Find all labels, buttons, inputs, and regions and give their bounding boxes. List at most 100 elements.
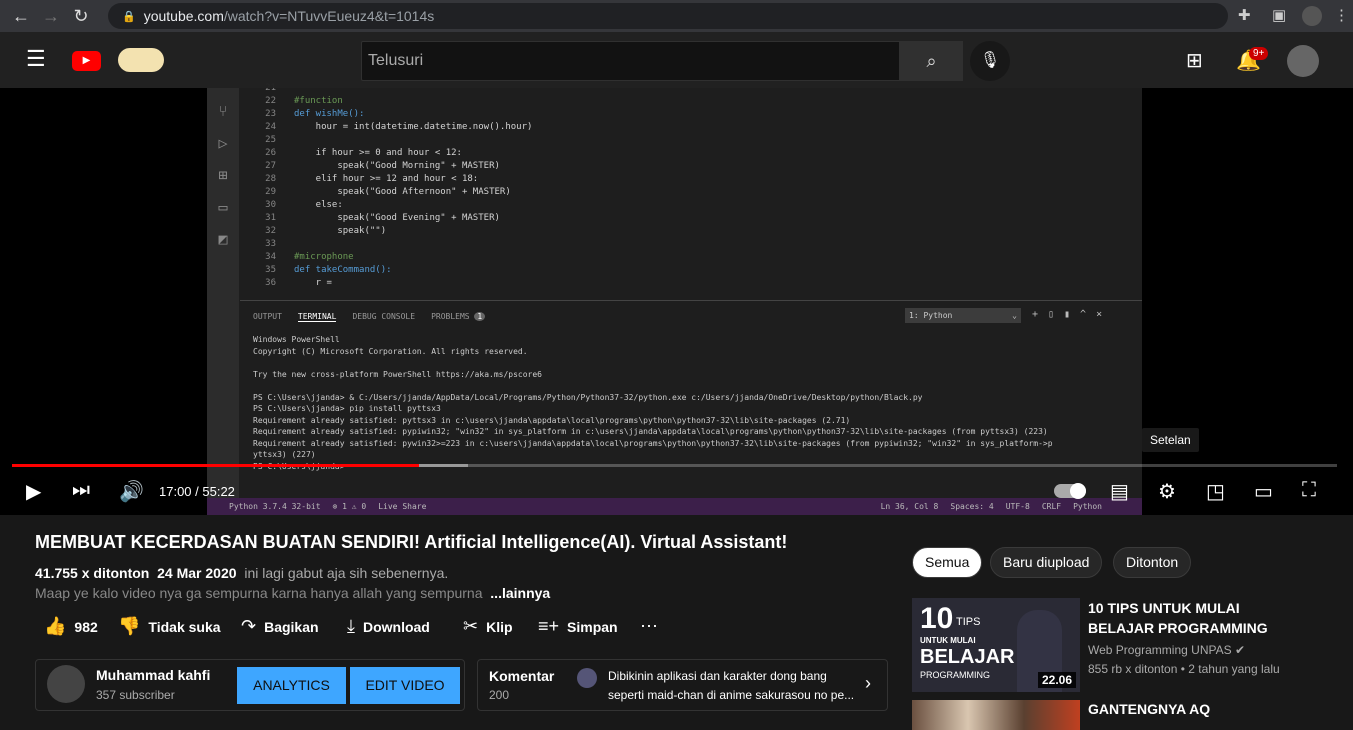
subtitles-icon[interactable]: ▤: [1110, 479, 1129, 504]
video-thumbnail[interactable]: 10 TIPS UNTUK MULAI BELAJAR PROGRAMMING …: [912, 598, 1080, 692]
share-label: Bagikan: [264, 618, 319, 635]
activity-bar: ⑂ ▷ ⊞ ▭ ◩: [207, 88, 239, 515]
clip-button[interactable]: ✂ Klip: [463, 616, 513, 637]
edit-video-button[interactable]: EDIT VIDEO: [350, 667, 460, 704]
code-line: 32 speak(""): [252, 225, 386, 238]
youtube-logo[interactable]: ▶: [72, 51, 101, 71]
related-video-title[interactable]: 10 TIPS UNTUK MULAI BELAJAR PROGRAMMING: [1088, 598, 1288, 638]
lock-icon: 🔒: [122, 10, 136, 23]
tab-problems-label: PROBLEMS: [431, 312, 470, 321]
terminal-actions: +▯▮^×: [1032, 309, 1113, 320]
scissors-icon: ✂: [463, 616, 479, 636]
terminal-line: Copyright (C) Microsoft Corporation. All…: [253, 346, 528, 356]
forward-icon[interactable]: →: [36, 6, 66, 27]
fullscreen-icon[interactable]: ⛶: [1302, 479, 1316, 502]
autoplay-toggle[interactable]: [1054, 483, 1086, 499]
search-input[interactable]: Telusuri: [361, 41, 900, 81]
channel-name[interactable]: Muhammad kahfi: [96, 667, 210, 683]
code-text: if hour >= 0 and hour < 12:: [294, 148, 462, 158]
like-button[interactable]: 👍 982: [44, 616, 98, 637]
analytics-button[interactable]: ANALYTICS: [237, 667, 346, 704]
show-more-link[interactable]: ...lainnya: [490, 585, 550, 601]
line-number: 28: [265, 174, 276, 184]
terminal-select-value: 1: Python: [909, 311, 953, 320]
subscriber-count: 357 subscriber: [96, 688, 175, 702]
code-line: 23 def wishMe():: [252, 108, 364, 121]
extensions-icon[interactable]: ✚: [1238, 6, 1251, 24]
chip-ditonton[interactable]: Ditonton: [1113, 547, 1192, 578]
video-thumbnail[interactable]: [912, 700, 1080, 730]
profile-avatar[interactable]: [1302, 6, 1322, 26]
miniplayer-icon[interactable]: ◳: [1206, 479, 1225, 504]
line-number: 34: [265, 252, 276, 262]
code-text: #function: [294, 96, 343, 106]
commenter-avatar: [577, 668, 597, 688]
channel-avatar[interactable]: [47, 665, 85, 703]
comments-count: 200: [489, 688, 510, 702]
chip-baru-diupload[interactable]: Baru diupload: [990, 547, 1103, 578]
dislike-label: Tidak suka: [148, 618, 221, 635]
related-channel[interactable]: Web Programming UNPAS ✔: [1088, 643, 1245, 657]
code-text: speak("Good Afternoon" + MASTER): [294, 187, 511, 197]
reload-icon[interactable]: ↻: [66, 6, 96, 27]
video-duration: 22.06: [1037, 672, 1076, 688]
url-domain: youtube.com: [143, 8, 224, 24]
menu-icon[interactable]: ⋮: [1334, 6, 1349, 24]
panel-tabs: OUTPUT TERMINAL DEBUG CONSOLE PROBLEMS 1: [253, 312, 486, 322]
code-line: 30 else:: [252, 199, 343, 212]
youtube-header: ☰ ▶ Telusuri ⌕ 🎙 ⊞ 🔔 9+: [0, 32, 1353, 88]
code-text: else:: [294, 200, 343, 210]
tab-terminal: TERMINAL: [297, 312, 337, 322]
tab-problems: PROBLEMS 1: [431, 312, 486, 322]
search-button[interactable]: ⌕: [900, 41, 963, 81]
code-line: 26 if hour >= 0 and hour < 12:: [252, 147, 462, 160]
line-number: 22: [265, 96, 276, 106]
save-label: Simpan: [567, 618, 618, 635]
line-number: 25: [265, 135, 276, 145]
create-video-icon[interactable]: ⊞: [1186, 48, 1203, 73]
related-video-title[interactable]: GANTENGNYA AQ: [1088, 701, 1210, 717]
code-line: 24 hour = int(datetime.datetime.now().ho…: [252, 121, 532, 134]
share-button[interactable]: ↷ Bagikan: [241, 616, 319, 637]
sidepanel-icon[interactable]: ▣: [1272, 6, 1286, 24]
mic-icon: 🎙: [979, 52, 1001, 69]
comment-preview: Dibikinin aplikasi dan karakter dong ban…: [608, 669, 855, 702]
avatar[interactable]: [1287, 45, 1319, 77]
thumbs-up-icon: 👍: [44, 616, 67, 636]
next-icon[interactable]: ⏭: [72, 479, 90, 502]
thumb-text: BELAJAR: [920, 646, 1015, 668]
code-text: r =: [294, 278, 332, 288]
video-frame-vscode: ⑂ ▷ ⊞ ▭ ◩ 21 22 #function 23 def wishMe(): 24 hou…: [207, 83, 1142, 515]
line-number: 23: [265, 109, 276, 119]
more-actions-button[interactable]: ⋯: [640, 616, 658, 637]
code-text: hour = int(datetime.datetime.now().hour): [294, 122, 533, 132]
code-line: 27 speak("Good Morning" + MASTER): [252, 160, 500, 173]
line-number: 27: [265, 161, 276, 171]
volume-icon[interactable]: 🔊: [119, 479, 144, 504]
thumb-text: 10: [920, 602, 954, 635]
more-icon: ⋯: [640, 616, 658, 636]
chip-semua[interactable]: Semua: [912, 547, 983, 578]
doodle-logo[interactable]: [118, 48, 164, 72]
save-button[interactable]: ≡+ Simpan: [538, 616, 618, 637]
play-icon[interactable]: ▶: [26, 479, 41, 504]
address-bar[interactable]: 🔒 youtube.com/watch?v=NTuvvEueuz4&t=1014s: [108, 3, 1228, 29]
settings-icon[interactable]: ⚙: [1158, 479, 1176, 504]
menu-icon[interactable]: ☰: [26, 46, 46, 72]
back-icon[interactable]: ←: [6, 6, 36, 27]
like-count: 982: [74, 618, 98, 635]
download-button[interactable]: ⤓ Download: [347, 616, 430, 637]
code-line: 31 speak("Good Evening" + MASTER): [252, 212, 500, 225]
line-number: 30: [265, 200, 276, 210]
playlist-add-icon: ≡+: [538, 616, 560, 636]
view-count: 41.755 x ditonton: [35, 565, 150, 581]
progress-bar[interactable]: [12, 464, 1337, 467]
theater-icon[interactable]: ▭: [1254, 479, 1273, 504]
voice-search-button[interactable]: 🎙: [970, 41, 1010, 81]
chevron-right-icon: ›: [865, 673, 871, 693]
upload-date: 24 Mar 2020: [157, 565, 237, 581]
line-number: 32: [265, 226, 276, 236]
description-preview[interactable]: Maap ye kalo video nya ga sempurna karna…: [35, 585, 550, 601]
dislike-button[interactable]: 👎 Tidak suka: [118, 616, 221, 637]
verified-icon: ✔: [1234, 643, 1246, 657]
